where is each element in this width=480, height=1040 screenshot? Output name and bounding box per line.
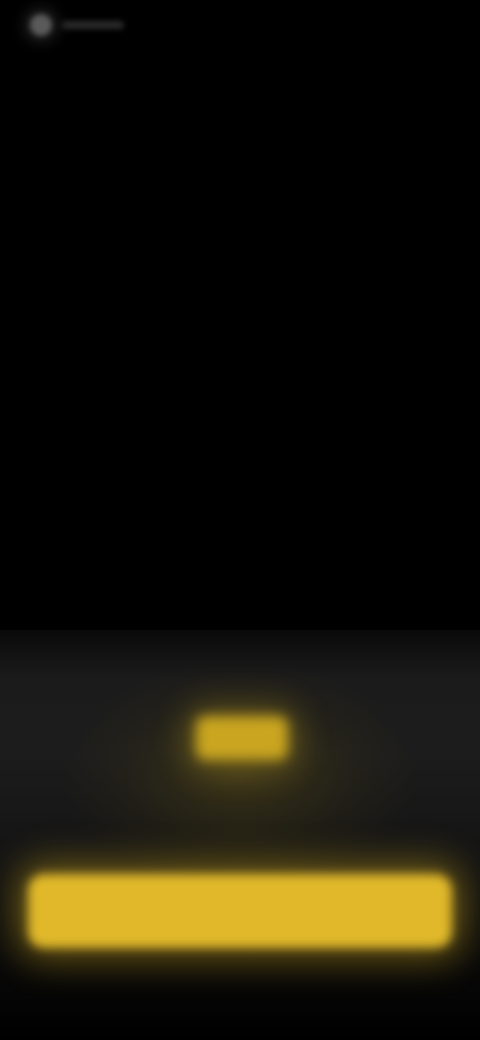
app-logo-icon — [30, 14, 52, 36]
cta-button[interactable] — [28, 874, 452, 948]
app-screen — [0, 0, 480, 1040]
app-logo — [30, 14, 124, 36]
app-logo-text — [62, 21, 124, 29]
top-bar — [0, 0, 480, 60]
promo-panel — [0, 630, 480, 1040]
promo-badge — [196, 716, 288, 760]
